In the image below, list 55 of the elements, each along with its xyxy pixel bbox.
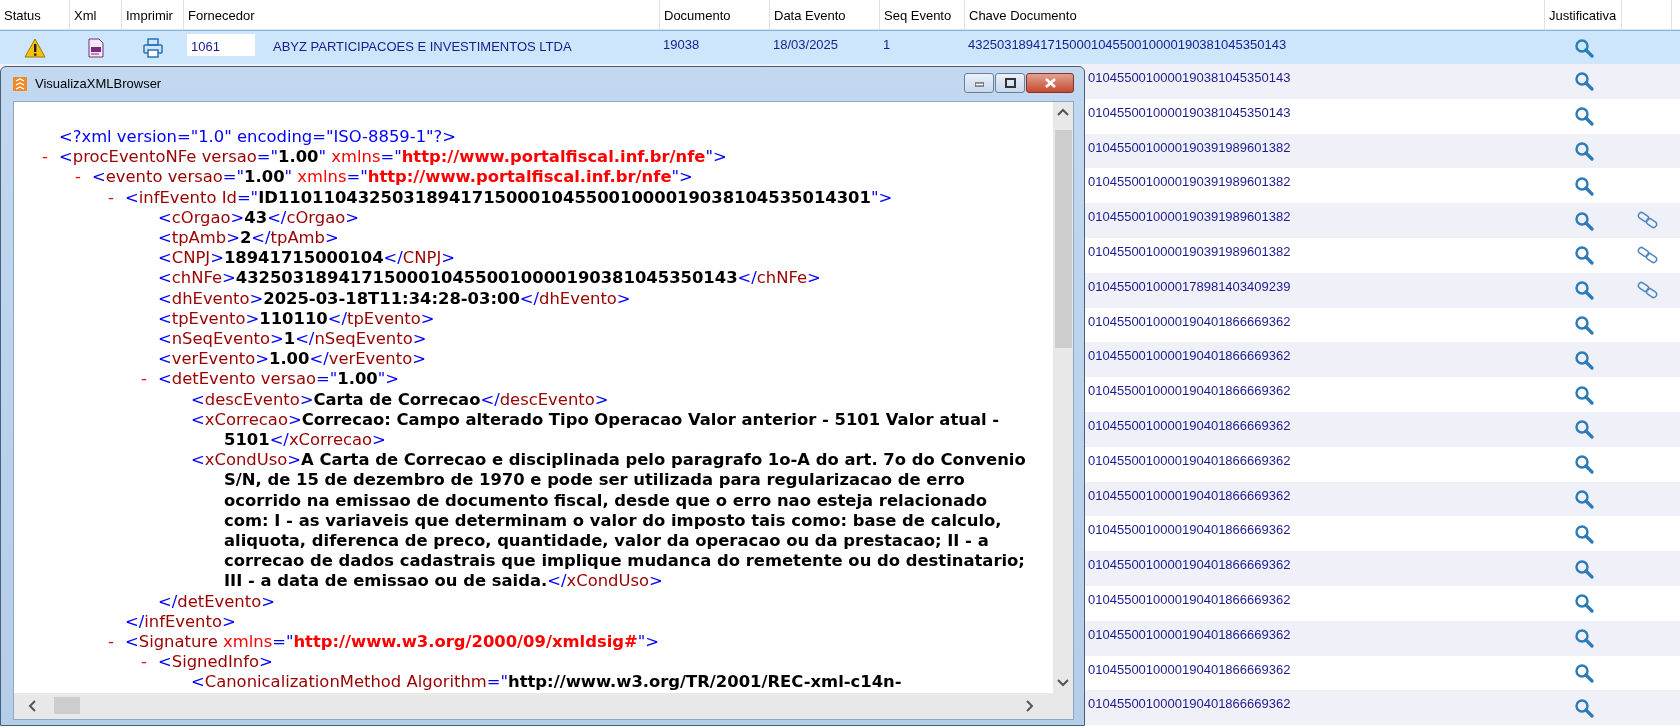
document-key: 0104550010000190401866669362 bbox=[1088, 591, 1291, 607]
xml-line: <CNPJ>18941715000104</CNPJ> bbox=[158, 248, 456, 269]
document-key: 0104550010000190401866669362 bbox=[1088, 661, 1291, 677]
column-header: Xml bbox=[70, 0, 122, 29]
column-header: Seq Evento bbox=[880, 0, 965, 29]
document-key: 0104550010000190401866669362 bbox=[1088, 626, 1291, 642]
xml-line: <?xml version="1.0" encoding="ISO-8859-1"?> bbox=[59, 127, 458, 148]
xml-line: </detEvento> bbox=[158, 591, 276, 612]
xml-line: <Signature xmlns="http://www.w3.org/2000/09/xmldsig#"> bbox=[125, 632, 661, 653]
document-key: 0104550010000190391989601382 bbox=[1088, 209, 1291, 225]
document-key: 0104550010000190391989601382 bbox=[1088, 174, 1291, 190]
column-header: Chave Documento bbox=[965, 0, 1545, 29]
column-header: Justificativa bbox=[1545, 0, 1622, 29]
document-key: 0104550010000178981403409239 bbox=[1088, 278, 1291, 294]
xml-line: <dhEvento>2025-03-18T11:34:28-03:00</dhEvento> bbox=[158, 288, 632, 309]
document-key: 0104550010000190401866669362 bbox=[1088, 487, 1291, 503]
document-key: 0104550010000190391989601382 bbox=[1088, 139, 1291, 155]
document-key: 0104550010000190391989601382 bbox=[1088, 244, 1291, 259]
xml-line: <CanonicalizationMethod Algorithm="http://www.w3.org/TR/2001/REC-xml-c14n- bbox=[191, 672, 903, 693]
document-key: 0104550010000190381045350143 bbox=[1088, 70, 1291, 85]
document-key: 0104550010000190401866669362 bbox=[1088, 417, 1291, 433]
column-header: Status bbox=[0, 0, 70, 29]
document-key: 0104550010000190381045350143 bbox=[1088, 104, 1291, 120]
xml-line: <nSeqEvento>1</nSeqEvento> bbox=[158, 329, 428, 350]
xml-line: <verEvento>1.00</verEvento> bbox=[158, 349, 427, 370]
xml-line: <evento versao="1.00" xmlns="http://www.portalfiscal.inf.br/nfe"> bbox=[92, 167, 694, 188]
xml-line: <chNFe>43250318941715000104550010000190381045350143</chNFe> bbox=[158, 268, 822, 289]
window-title: VisualizaXMLBrowser bbox=[35, 75, 163, 94]
xml-line: <tpEvento>110110</tpEvento> bbox=[158, 308, 436, 330]
column-header: Imprimir bbox=[122, 0, 184, 29]
column-header: Fornecedor bbox=[184, 0, 660, 29]
event-sequence: 1 bbox=[883, 37, 891, 52]
document-key: 0104550010000190401866669362 bbox=[1088, 348, 1291, 364]
document-key: 0104550010000190401866669362 bbox=[1088, 313, 1291, 329]
xml-line: <tpAmb>2</tpAmb> bbox=[158, 228, 340, 249]
xml-line: <xCorrecao>Correcao: Campo alterado Tipo Operacao Valor anterior - 5101 Valor atual - 5101</xCorrecao> bbox=[191, 409, 1001, 451]
document-key: 43250318941715000104550010000190381045350143 bbox=[968, 37, 1287, 52]
xml-line: <detEvento versao="1.00"> bbox=[158, 369, 400, 390]
document-key: 0104550010000190401866669362 bbox=[1088, 383, 1291, 399]
xml-line: </infEvento> bbox=[125, 611, 237, 633]
document-key: 0104550010000190401866669362 bbox=[1088, 557, 1291, 573]
supplier-name: ABYZ PARTICIPACOES E INVESTIMENTOS LTDA bbox=[273, 39, 572, 54]
document-key: 0104550010000190401866669362 bbox=[1088, 452, 1291, 468]
xml-line: <SignedInfo> bbox=[158, 652, 274, 673]
document-number: 19038 bbox=[663, 37, 700, 52]
xml-line: <procEventoNFe versao="1.00" xmlns="http://www.portalfiscal.inf.br/nfe"> bbox=[59, 147, 728, 168]
xml-line: <infEvento Id="ID1101104325031894171500010455001000019038104535014301"> bbox=[125, 187, 894, 208]
document-key: 0104550010000190401866669362 bbox=[1088, 696, 1291, 712]
document-key: 0104550010000190401866669362 bbox=[1088, 522, 1291, 538]
xml-line: <descEvento>Carta de Correcao</descEvento> bbox=[191, 389, 610, 410]
event-date: 18/03/2025 bbox=[773, 37, 839, 52]
xml-line: <cOrgao>43</cOrgao> bbox=[158, 207, 360, 228]
column-header: Data Evento bbox=[770, 0, 880, 29]
column-header: Documento bbox=[660, 0, 770, 29]
xml-line: <xCondUso>A Carta de Correcao e disciplinada pelo paragrafo 1o-A do art. 7o do Convenio S/N, de 15 de dezembro de 1970 e pode ser utilizada para regularizacao de erro ocorrido na emissao de documento fiscal, desde que o erro nao esteja relacionado com: I - as variaveis que determinam o valor do imposto tais como: base de calculo, aliquota, diferenca de preco, quantidade, valor da operacao ou da prestacao; II - a correcao de dados cadastrais que implique mudanca do remetente ou do destinatario; III - a data de emissao ou de saida.</xCondUso> bbox=[191, 450, 1027, 592]
